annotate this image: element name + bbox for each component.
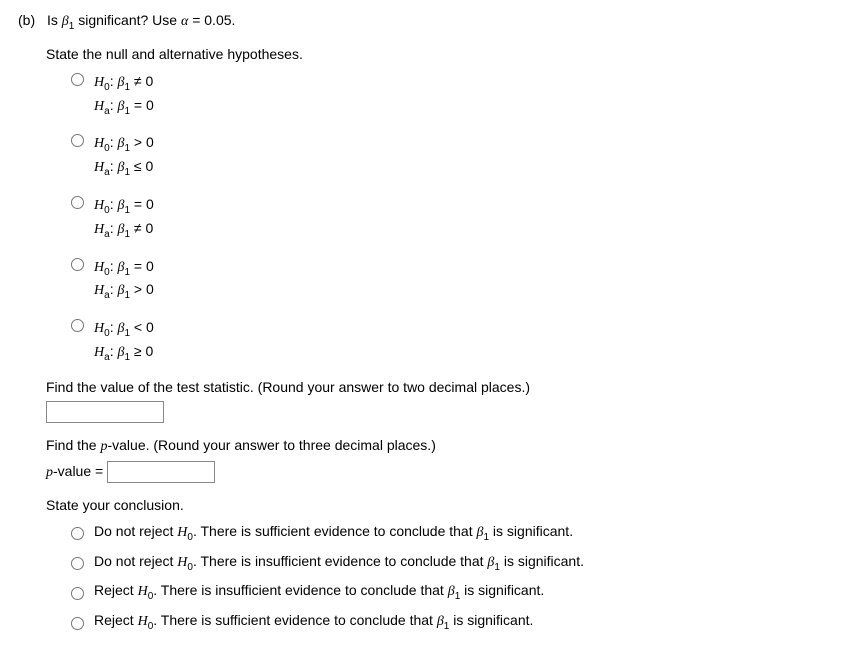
concl-text-1: Do not reject H0. There is sufficient ev… (94, 523, 573, 543)
hyp-text-1: H0: β1 ≠ 0 Ha: β1 = 0 (94, 71, 154, 119)
pvalue-input[interactable] (107, 461, 215, 483)
pvalue-label: p-value = (46, 463, 103, 479)
hyp-option-4[interactable]: H0: β1 = 0 Ha: β1 > 0 (66, 256, 825, 304)
hyp-text-2: H0: β1 > 0 Ha: β1 ≤ 0 (94, 132, 154, 180)
pvalue-row: p-value = (46, 461, 825, 483)
test-statistic-prompt: Find the value of the test statistic. (R… (46, 379, 825, 395)
concl-option-1[interactable]: Do not reject H0. There is sufficient ev… (66, 523, 825, 543)
concl-option-2[interactable]: Do not reject H0. There is insufficient … (66, 553, 825, 573)
question-header: (b) Is β1 significant? Use α = 0.05. (18, 12, 825, 32)
conclusion-prompt: State your conclusion. (46, 497, 825, 513)
question-text: Is β1 significant? Use α = 0.05. (47, 12, 235, 28)
hypotheses-options: H0: β1 ≠ 0 Ha: β1 = 0 H0: β1 > 0 Ha: β1 … (66, 71, 825, 365)
part-label: (b) (18, 12, 35, 28)
hyp-radio-1[interactable] (71, 73, 84, 86)
concl-text-2: Do not reject H0. There is insufficient … (94, 553, 584, 573)
hyp-option-1[interactable]: H0: β1 ≠ 0 Ha: β1 = 0 (66, 71, 825, 119)
concl-radio-2[interactable] (71, 557, 84, 570)
concl-text-3: Reject H0. There is insufficient evidenc… (94, 582, 544, 602)
hyp-text-5: H0: β1 < 0 Ha: β1 ≥ 0 (94, 317, 154, 365)
test-statistic-input[interactable] (46, 401, 164, 423)
hyp-option-3[interactable]: H0: β1 = 0 Ha: β1 ≠ 0 (66, 194, 825, 242)
hyp-radio-2[interactable] (71, 134, 84, 147)
concl-radio-1[interactable] (71, 527, 84, 540)
concl-option-3[interactable]: Reject H0. There is insufficient evidenc… (66, 582, 825, 602)
conclusion-options: Do not reject H0. There is sufficient ev… (66, 523, 825, 632)
hyp-text-4: H0: β1 = 0 Ha: β1 > 0 (94, 256, 154, 304)
concl-radio-3[interactable] (71, 587, 84, 600)
hyp-option-2[interactable]: H0: β1 > 0 Ha: β1 ≤ 0 (66, 132, 825, 180)
hyp-text-3: H0: β1 = 0 Ha: β1 ≠ 0 (94, 194, 154, 242)
concl-radio-4[interactable] (71, 617, 84, 630)
hyp-radio-3[interactable] (71, 196, 84, 209)
concl-text-4: Reject H0. There is sufficient evidence … (94, 612, 533, 632)
hyp-option-5[interactable]: H0: β1 < 0 Ha: β1 ≥ 0 (66, 317, 825, 365)
hyp-radio-4[interactable] (71, 258, 84, 271)
hyp-radio-5[interactable] (71, 319, 84, 332)
concl-option-4[interactable]: Reject H0. There is sufficient evidence … (66, 612, 825, 632)
pvalue-prompt: Find the p-value. (Round your answer to … (46, 437, 825, 455)
hypotheses-prompt: State the null and alternative hypothese… (46, 46, 825, 62)
